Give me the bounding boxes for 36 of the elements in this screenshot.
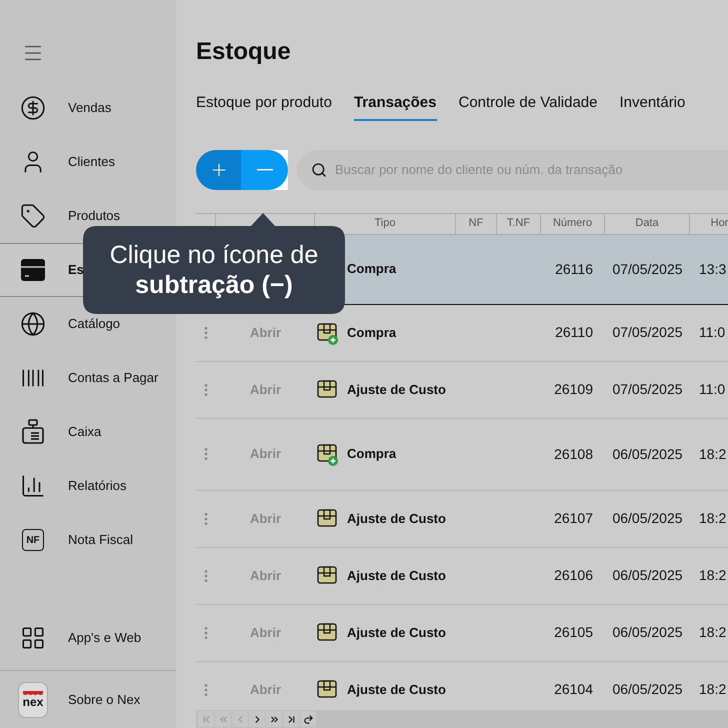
- time-cell-text: 18:2: [698, 509, 728, 528]
- tooltip-text: Clique no ícone de subtração (−): [108, 240, 320, 300]
- date-cell-text: 06/05/2025: [611, 623, 684, 642]
- type-cell-text: Ajuste de Custo: [347, 624, 446, 642]
- time-cell-text: 11:0: [698, 380, 726, 399]
- type-cell-text: Compra: [347, 260, 396, 278]
- type-cell-text: Ajuste de Custo: [347, 510, 446, 528]
- date-cell-text: 06/05/2025: [611, 680, 684, 699]
- time-cell-text: 13:3: [698, 260, 728, 278]
- date-cell-text: 06/05/2025: [611, 566, 684, 585]
- number-cell-text: 26116: [554, 260, 594, 278]
- date-cell-text: 07/05/2025: [611, 323, 684, 342]
- number-cell-text: 26107: [553, 509, 594, 528]
- date-cell-text: 07/05/2025: [611, 380, 684, 399]
- number-cell-text: 26106: [553, 566, 594, 585]
- type-cell-text: Compra: [347, 445, 396, 464]
- nex-logo: nex: [18, 682, 48, 718]
- number-cell-text: 26108: [553, 444, 594, 464]
- number-cell-text: 26110: [554, 323, 594, 342]
- time-cell-text: 18:2: [698, 566, 728, 585]
- type-cell-text: Compra: [347, 324, 396, 342]
- number-cell-text: 26109: [553, 380, 594, 399]
- time-cell-text: 18:2: [698, 623, 728, 642]
- date-cell-text: 06/05/2025: [611, 444, 684, 464]
- number-cell-text: 26104: [553, 680, 594, 699]
- type-cell-text: Ajuste de Custo: [347, 380, 446, 399]
- date-cell-text: 06/05/2025: [611, 509, 684, 528]
- page-title: Estoque: [196, 38, 291, 66]
- time-cell-text: 18:2: [698, 444, 728, 464]
- date-cell-text: 07/05/2025: [611, 260, 684, 278]
- type-cell-text: Ajuste de Custo: [347, 680, 446, 699]
- nf-icon: NF: [22, 529, 44, 551]
- time-cell-text: 18:2: [698, 680, 728, 699]
- number-cell-text: 26105: [553, 623, 594, 642]
- type-cell-text: Ajuste de Custo: [347, 566, 446, 585]
- time-cell-text: 11:0: [698, 323, 726, 342]
